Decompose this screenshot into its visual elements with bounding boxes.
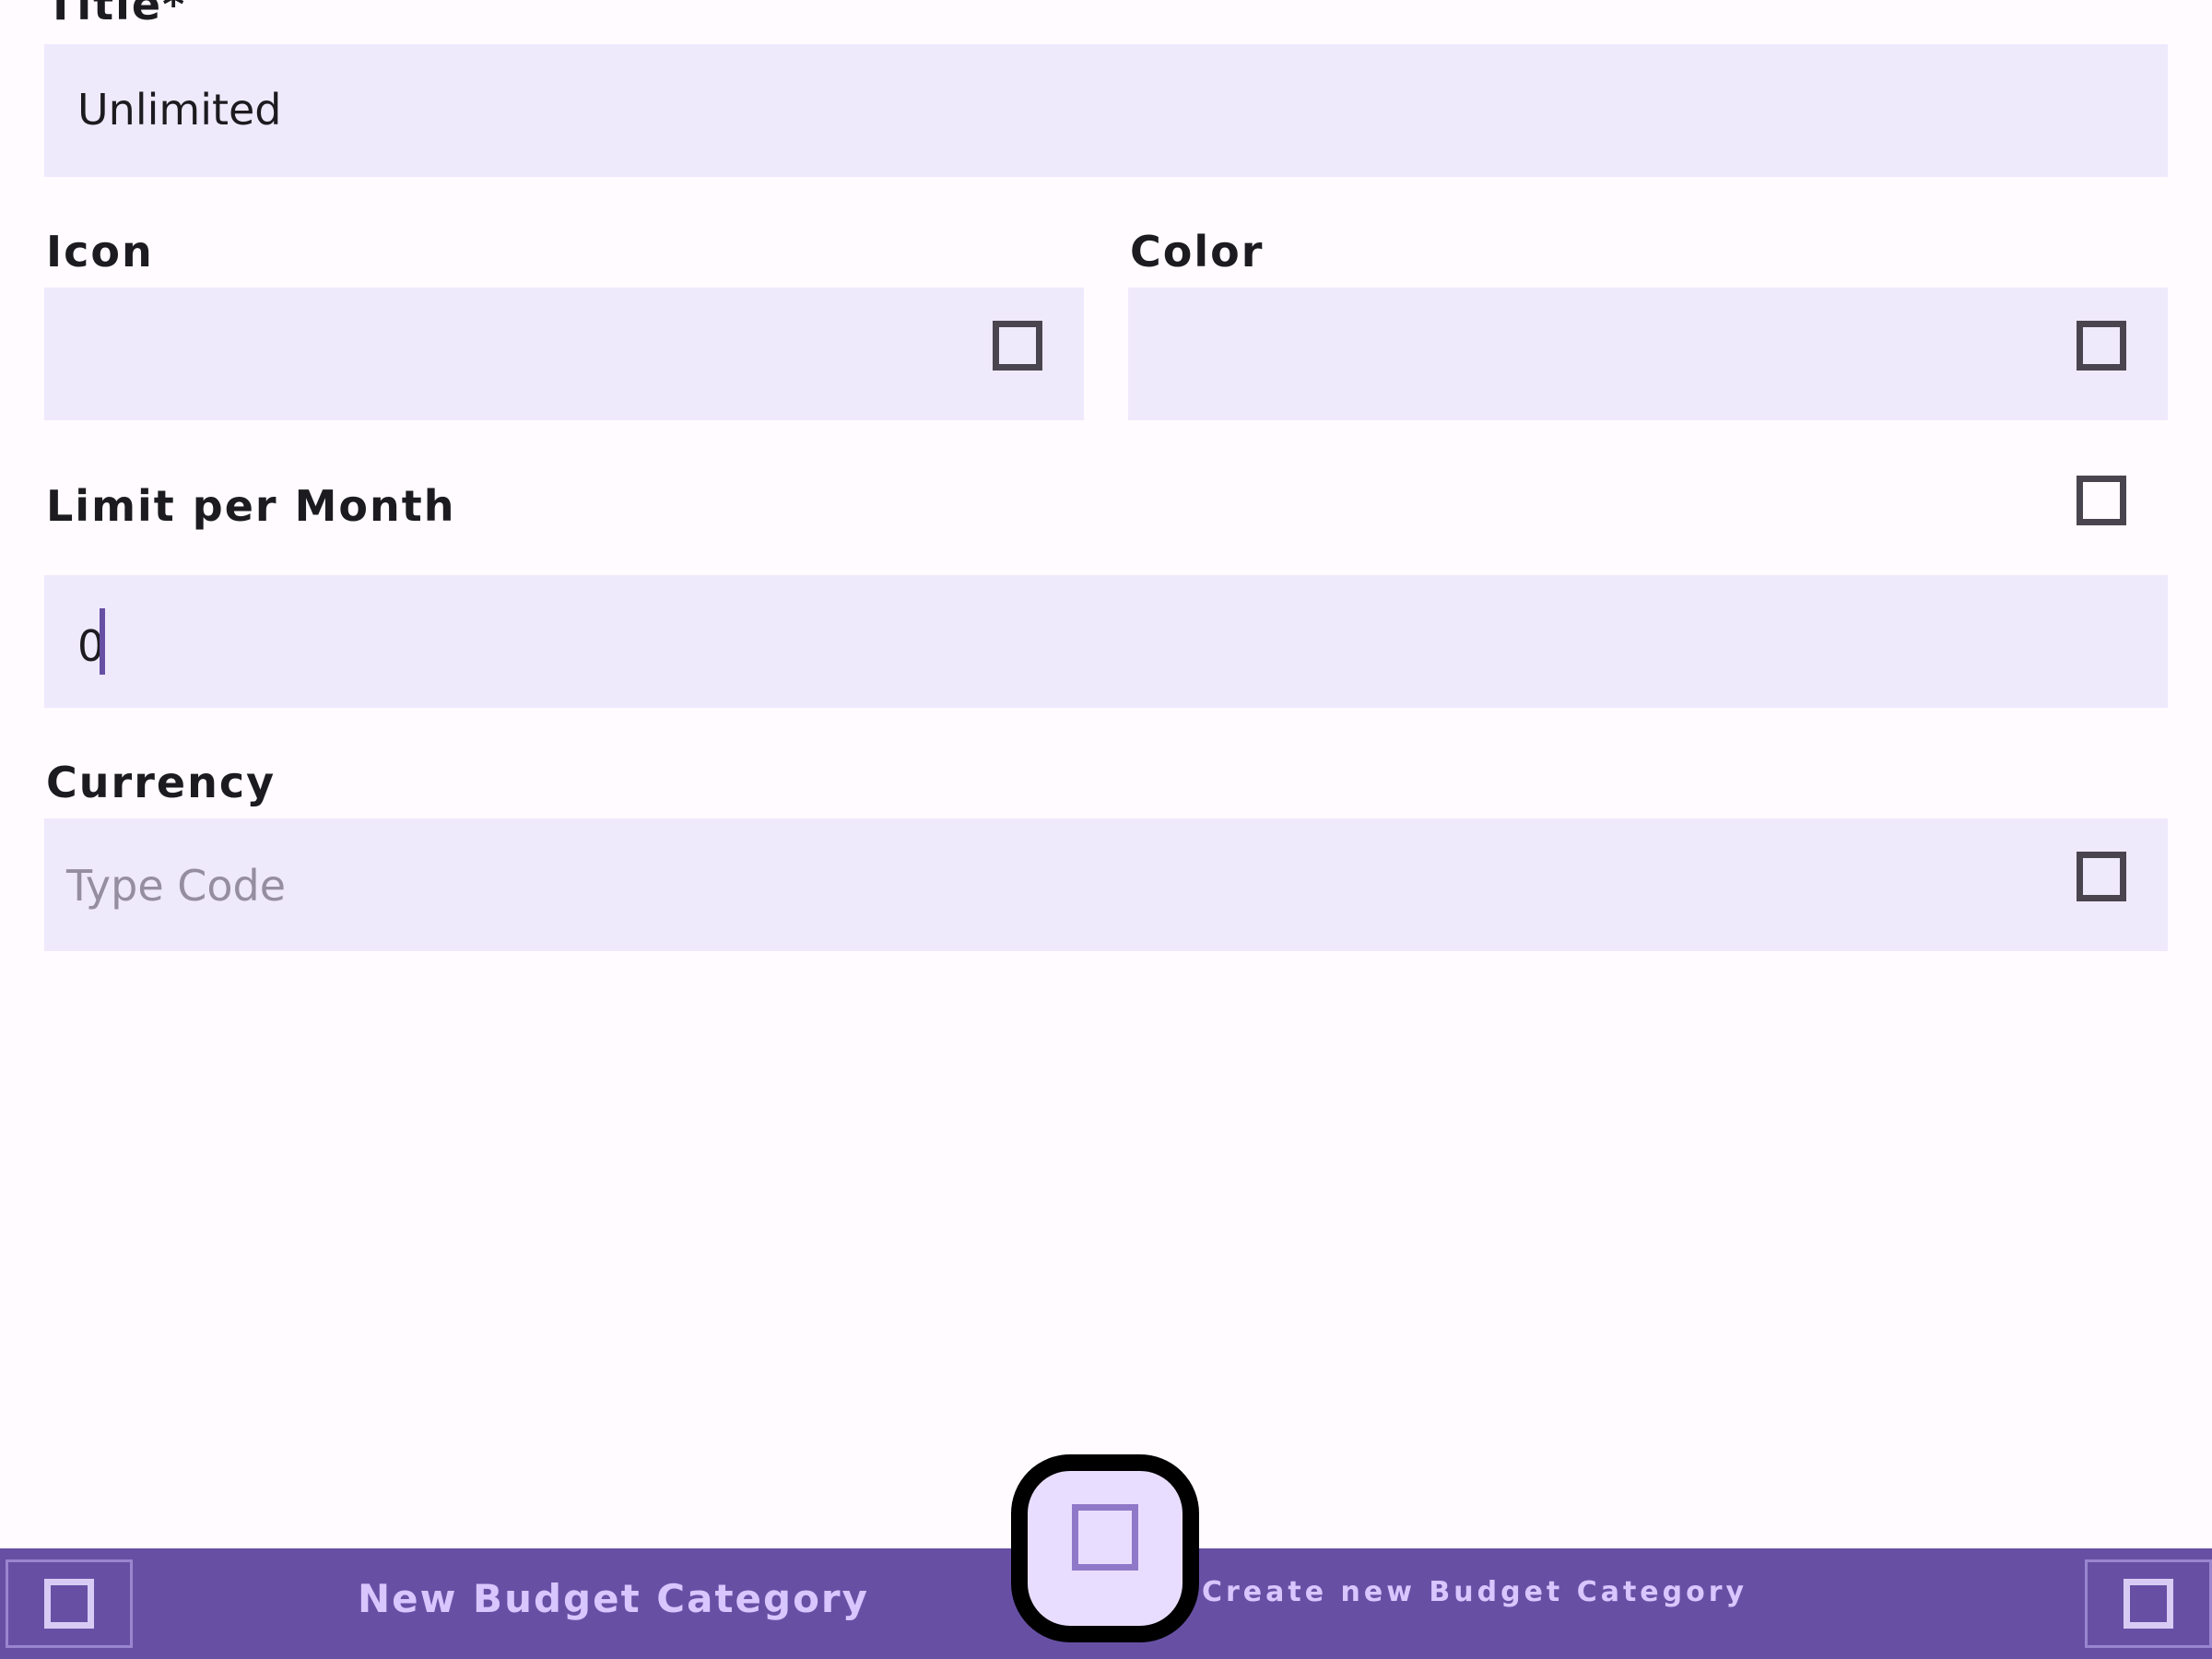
bar-title: New Budget Category bbox=[358, 1576, 870, 1621]
back-icon bbox=[44, 1579, 94, 1629]
limit-toggle-icon[interactable] bbox=[2077, 476, 2126, 525]
color-picker-icon[interactable] bbox=[2077, 321, 2126, 371]
fab-tooltip-text: Create new Budget Category bbox=[1202, 1576, 1748, 1608]
icon-label: Icon bbox=[46, 227, 154, 276]
title-field[interactable]: Unlimited bbox=[44, 44, 2168, 177]
menu-button[interactable] bbox=[2085, 1559, 2212, 1648]
limit-per-month-label: Limit per Month bbox=[46, 481, 456, 531]
icon-picker-icon[interactable] bbox=[993, 321, 1042, 371]
limit-field[interactable]: 0 bbox=[44, 575, 2168, 708]
back-button[interactable] bbox=[6, 1559, 133, 1648]
currency-field[interactable]: Type Code bbox=[44, 818, 2168, 951]
text-cursor bbox=[100, 608, 105, 675]
add-icon bbox=[1072, 1504, 1138, 1571]
currency-label: Currency bbox=[46, 758, 276, 807]
title-input-value[interactable]: Unlimited bbox=[77, 85, 282, 135]
currency-input-placeholder[interactable]: Type Code bbox=[66, 861, 286, 911]
menu-icon bbox=[2124, 1579, 2173, 1629]
color-field[interactable] bbox=[1128, 288, 2168, 420]
title-label: Title* bbox=[46, 0, 187, 29]
create-budget-category-fab[interactable] bbox=[1011, 1454, 1199, 1642]
currency-picker-icon[interactable] bbox=[2077, 852, 2126, 901]
color-label: Color bbox=[1130, 227, 1265, 276]
new-budget-category-screen: Title* Unlimited Icon Color Limit per Mo… bbox=[0, 0, 2212, 1659]
icon-field[interactable] bbox=[44, 288, 1084, 420]
